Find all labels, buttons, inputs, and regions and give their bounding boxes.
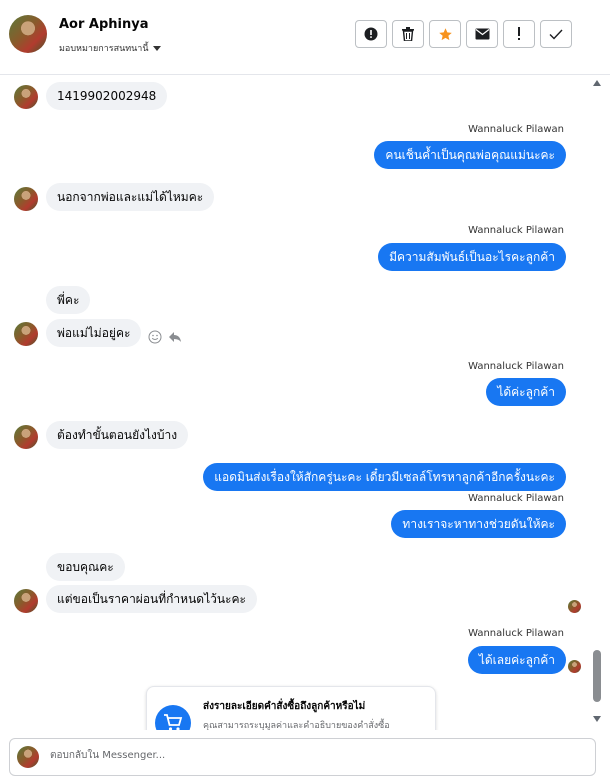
outgoing-message[interactable]: ได้เลยค่ะลูกค้า <box>467 646 566 674</box>
contact-avatar-small <box>14 425 38 449</box>
sender-name: Wannaluck Pilawan <box>468 124 564 135</box>
react-emoji-icon[interactable] <box>148 330 162 344</box>
sender-name: Wannaluck Pilawan <box>468 493 564 504</box>
contact-avatar-small <box>14 85 38 109</box>
scroll-up-icon[interactable] <box>593 80 601 86</box>
message-scrollbar[interactable] <box>592 74 602 730</box>
exclamation-icon <box>518 27 520 40</box>
reply-icon[interactable] <box>168 330 182 344</box>
contact-avatar-small <box>14 187 38 211</box>
outgoing-message[interactable]: มีความสัมพันธ์เป็นอะไรคะลูกค้า <box>378 243 566 271</box>
message-list[interactable]: 1419902002948 Wannaluck Pilawan คนเช็นค้… <box>0 75 590 730</box>
reply-input[interactable] <box>48 749 352 762</box>
delete-button[interactable] <box>392 20 424 48</box>
read-receipt-avatar <box>568 660 581 673</box>
assign-conversation-dropdown[interactable]: มอบหมายการสนทนานี้ <box>59 41 161 55</box>
outgoing-message[interactable]: ได้ค่ะลูกค้า <box>486 378 566 406</box>
mark-done-button[interactable] <box>540 20 572 48</box>
check-icon <box>549 29 563 40</box>
incoming-message[interactable]: พ่อแม่ไม่อยู่คะ <box>46 319 142 347</box>
scroll-thumb[interactable] <box>593 650 601 702</box>
conversation-header: Aor Aphinya มอบหมายการสนทนานี้ <box>0 0 610 75</box>
star-button[interactable] <box>429 20 461 48</box>
read-receipt-avatar <box>568 600 581 613</box>
order-details-card[interactable]: ส่งรายละเอียดคำสั่งซื้อถึงลูกค้าหรือไม่ … <box>146 686 436 730</box>
sender-name: Wannaluck Pilawan <box>468 361 564 372</box>
trash-icon <box>402 27 414 41</box>
incoming-message[interactable]: พี่คะ <box>46 286 91 314</box>
contact-avatar[interactable] <box>9 15 47 53</box>
alert-circle-icon <box>364 27 378 41</box>
conversation-toolbar <box>355 20 572 48</box>
contact-avatar-small <box>14 322 38 346</box>
assign-label: มอบหมายการสนทนานี้ <box>59 44 149 54</box>
sender-name: Wannaluck Pilawan <box>468 225 564 236</box>
mark-unread-button[interactable] <box>466 20 498 48</box>
star-icon <box>438 27 452 40</box>
contact-avatar-small <box>14 589 38 613</box>
sender-name: Wannaluck Pilawan <box>468 628 564 639</box>
incoming-message[interactable]: ขอบคุณคะ <box>46 553 125 581</box>
incoming-message[interactable]: 1419902002948 <box>46 82 168 110</box>
outgoing-message[interactable]: คนเช็นค้ำเป็นคุณพ่อคุณแม่นะคะ <box>374 141 566 169</box>
incoming-message[interactable]: แต่ขอเป็นราคาผ่อนที่กำหนดไว้นะคะ <box>46 585 257 613</box>
shopping-cart-icon <box>155 705 191 730</box>
incoming-message[interactable]: ต้องทำขั้นตอนยังไงบ้าง <box>46 421 189 449</box>
outgoing-message[interactable]: แอดมินส่งเรื่องให้สักครู่นะคะ เดี๋ยวมีเซ… <box>203 463 566 491</box>
scroll-down-icon[interactable] <box>593 716 601 722</box>
outgoing-message[interactable]: ทางเราจะหาทางช่วยดันให้คะ <box>391 510 566 538</box>
order-card-subtitle: คุณสามารถระบุมูลค่าและคำอธิบายของคำสั่งซ… <box>203 721 390 730</box>
mark-spam-button[interactable] <box>355 20 387 48</box>
order-card-title: ส่งรายละเอียดคำสั่งซื้อถึงลูกค้าหรือไม่ <box>203 701 366 712</box>
chevron-down-icon <box>152 45 161 51</box>
contact-name[interactable]: Aor Aphinya <box>59 17 149 32</box>
envelope-icon <box>475 28 489 40</box>
message-composer[interactable] <box>9 738 596 776</box>
follow-up-button[interactable] <box>503 20 535 48</box>
page-avatar <box>17 746 39 768</box>
incoming-message[interactable]: นอกจากพ่อและแม่ได้ไหมคะ <box>46 183 215 211</box>
